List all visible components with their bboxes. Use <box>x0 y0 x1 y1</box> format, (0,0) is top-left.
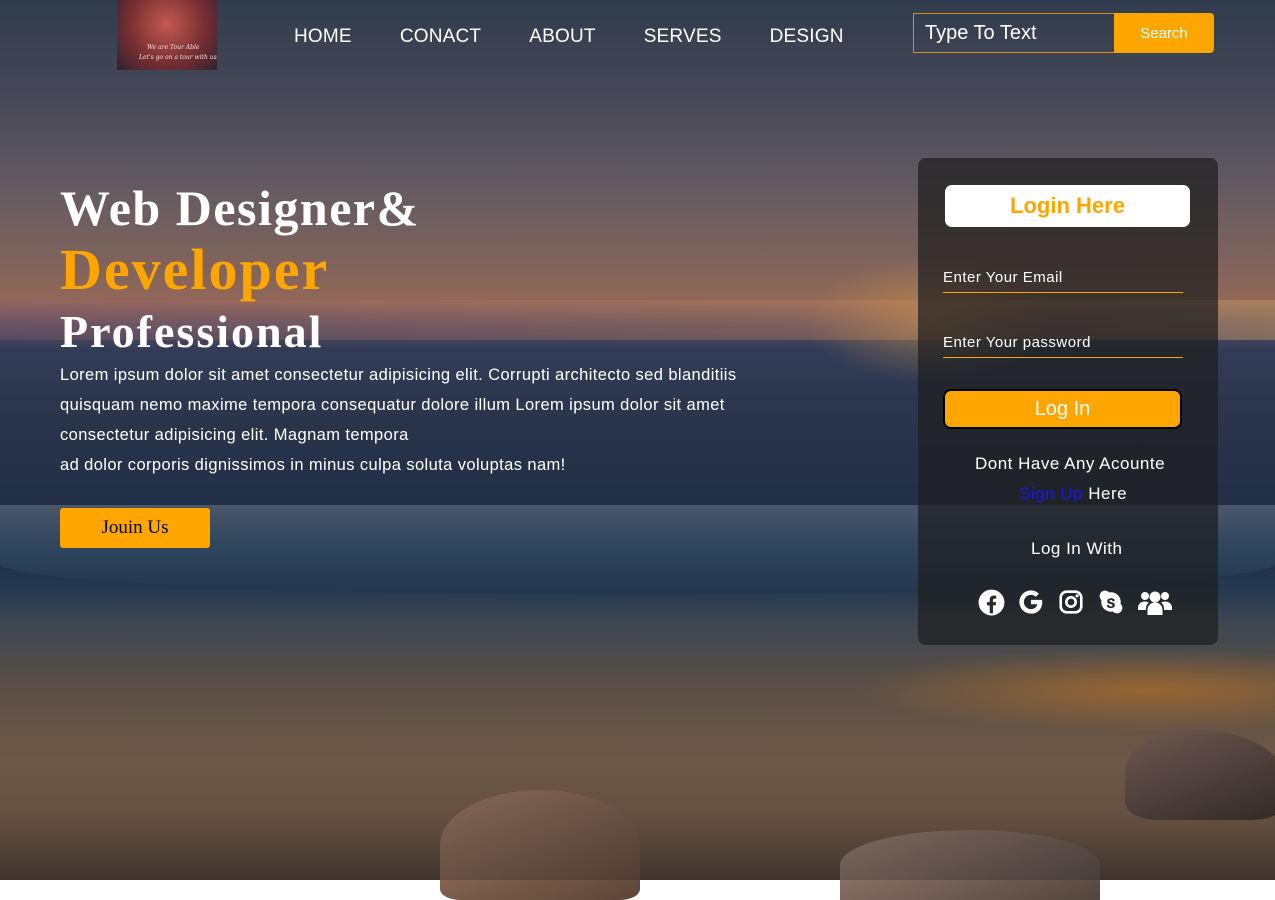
signup-link[interactable]: Sign Up <box>1019 484 1083 503</box>
hero-description-text2: ad dolor corporis dignissimos in minus c… <box>60 456 566 474</box>
join-us-button[interactable]: Jouin Us <box>60 508 210 548</box>
google-icon[interactable] <box>1017 588 1045 616</box>
nav-serves[interactable]: SERVES <box>644 26 722 48</box>
hero-description: Lorem ipsum dolor sit amet consectetur a… <box>60 360 750 480</box>
search-button[interactable]: Search <box>1114 13 1214 53</box>
social-icons <box>977 588 1173 616</box>
hero-description-text: Lorem ipsum dolor sit amet consectetur a… <box>60 366 737 444</box>
email-field[interactable] <box>943 263 1183 293</box>
login-card: Login Here Log In Dont Have Any Acounte … <box>918 158 1218 645</box>
main-nav: HOME CONACT ABOUT SERVES DESIGN <box>294 26 844 48</box>
hero: Web Designer& Developer Professional Lor… <box>60 180 750 480</box>
users-icon[interactable] <box>1137 588 1173 616</box>
signup-line: Sign Up Here <box>1019 484 1127 504</box>
hero-title-line3: Professional <box>60 306 324 357</box>
no-account-text: Dont Have Any Acounte <box>975 454 1166 473</box>
nav-design[interactable]: DESIGN <box>770 26 844 48</box>
skype-icon[interactable] <box>1097 588 1125 616</box>
logo[interactable]: We are Tour Able Let's go on a tour with… <box>117 0 217 70</box>
hero-title-line1: Web Designer& <box>60 180 420 236</box>
login-button[interactable]: Log In <box>943 389 1182 429</box>
search-bar: Search <box>913 13 1214 53</box>
nav-about[interactable]: ABOUT <box>529 26 595 48</box>
logo-line2: Let's go on a tour with us <box>139 54 217 61</box>
nav-contact[interactable]: CONACT <box>400 26 481 48</box>
signup-suffix: Here <box>1082 484 1128 503</box>
facebook-icon[interactable] <box>977 588 1005 616</box>
hero-title-line2: Developer <box>60 237 330 302</box>
login-title: Login Here <box>945 185 1190 227</box>
instagram-icon[interactable] <box>1057 588 1085 616</box>
nav-home[interactable]: HOME <box>294 26 352 48</box>
password-field[interactable] <box>943 328 1183 358</box>
login-with-text: Log In With <box>1031 539 1123 558</box>
search-input[interactable] <box>913 13 1114 53</box>
logo-line1: We are Tour Able <box>147 44 200 51</box>
